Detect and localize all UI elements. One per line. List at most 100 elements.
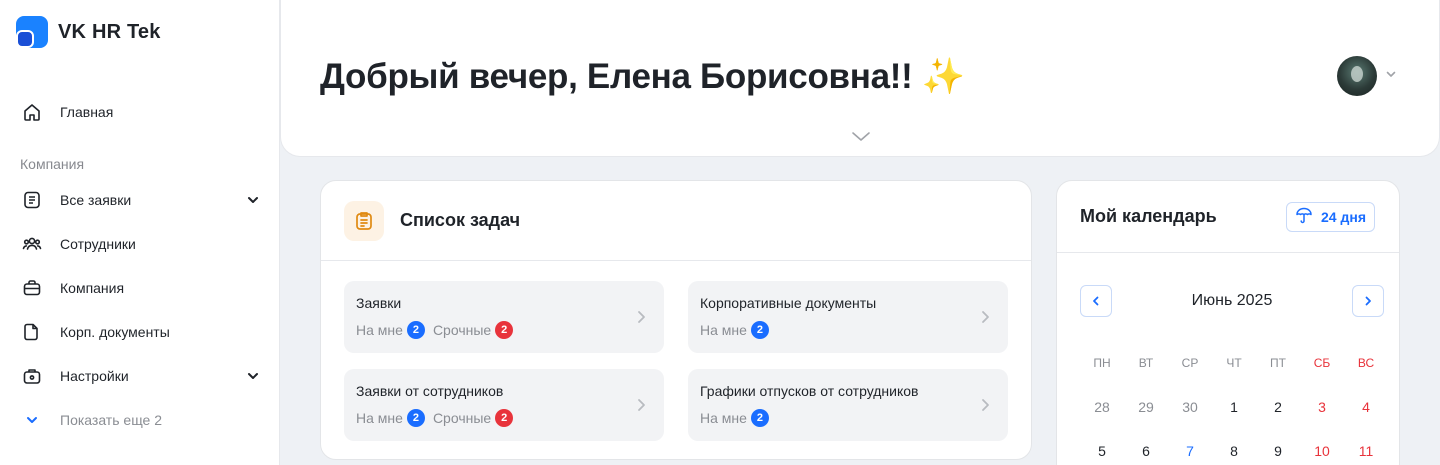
mine-label: На мне xyxy=(356,410,403,426)
task-card-requests[interactable]: Заявки На мне 2 Срочные 2 xyxy=(344,281,664,353)
mine-count-badge: 2 xyxy=(750,321,769,339)
week-row: 28 29 30 1 2 3 4 xyxy=(1080,385,1388,429)
calendar-day-today[interactable]: 7 xyxy=(1168,443,1212,459)
calendar-card: Мой календарь 24 дня Июнь 2025 ПН ВТ СР … xyxy=(1056,180,1400,465)
app-name: VK HR Tek xyxy=(58,20,161,43)
mine-count-badge: 2 xyxy=(406,321,425,339)
sidebar-item-corp-documents[interactable]: Корп. документы xyxy=(20,316,260,348)
calendar-day[interactable]: 29 xyxy=(1124,399,1168,415)
task-card-meta: На мне 2 xyxy=(700,409,777,427)
sidebar-item-settings[interactable]: Настройки xyxy=(20,360,260,392)
task-card-title: Заявки от сотрудников xyxy=(356,383,504,399)
calendar-title: Мой календарь xyxy=(1080,206,1217,226)
calendar-day[interactable]: 28 xyxy=(1080,399,1124,415)
calendar-day[interactable]: 1 xyxy=(1212,399,1256,415)
week-row: 5 6 7 8 9 10 11 xyxy=(1080,429,1388,465)
show-more-label: Показать еще 2 xyxy=(60,412,163,428)
weekday-label: СБ xyxy=(1313,356,1331,370)
collapse-header-button[interactable] xyxy=(851,130,871,148)
sidebar-item-employees[interactable]: Сотрудники xyxy=(20,228,260,260)
weekday-label: ВС xyxy=(1357,356,1375,370)
urgent-label: Срочные xyxy=(432,410,492,426)
calendar-header: Мой календарь 24 дня xyxy=(1057,181,1399,253)
avatar[interactable] xyxy=(1337,56,1377,96)
task-card-employee-requests[interactable]: Заявки от сотрудников На мне 2 Срочные 2 xyxy=(344,369,664,441)
weekday-label: ЧТ xyxy=(1226,356,1242,370)
task-card-title: Корпоративные документы xyxy=(700,295,877,311)
weekday-label: ПН xyxy=(1093,356,1111,370)
sidebar-item-home[interactable]: Главная xyxy=(20,96,260,128)
chevron-down-icon[interactable] xyxy=(246,193,260,207)
sidebar-item-label: Настройки xyxy=(60,368,129,384)
vacation-days-button[interactable]: 24 дня xyxy=(1286,201,1375,232)
briefcase-icon xyxy=(20,276,44,300)
chevron-down-icon[interactable] xyxy=(246,369,260,383)
calendar-day[interactable]: 5 xyxy=(1080,443,1124,459)
home-icon xyxy=(20,100,44,124)
weekday-label: ВТ xyxy=(1138,356,1154,370)
chevron-down-icon xyxy=(20,408,44,432)
toolbox-icon xyxy=(20,364,44,388)
month-label: Июнь 2025 xyxy=(1191,292,1273,309)
mine-label: На мне xyxy=(356,322,403,338)
task-list-title: Список задач xyxy=(400,210,521,230)
weekday-label: СР xyxy=(1181,356,1199,370)
chevron-right-icon xyxy=(636,309,646,330)
show-more-button[interactable]: Показать еще 2 xyxy=(20,404,260,436)
calendar-day[interactable]: 9 xyxy=(1256,443,1300,459)
umbrella-icon xyxy=(1295,206,1313,227)
task-card-corp-documents[interactable]: Корпоративные документы На мне 2 xyxy=(688,281,1008,353)
mine-label: На мне xyxy=(700,410,747,426)
chevron-right-icon xyxy=(636,397,646,418)
users-icon xyxy=(20,232,44,256)
sidebar-item-label: Главная xyxy=(60,104,114,120)
calendar-day[interactable]: 11 xyxy=(1344,443,1388,459)
sidebar-item-label: Все заявки xyxy=(60,192,132,208)
task-card-title: Графики отпусков от сотрудников xyxy=(700,383,919,399)
calendar-grid: ПН ВТ СР ЧТ ПТ СБ ВС 28 29 30 1 2 3 4 5 … xyxy=(1080,341,1388,465)
list-icon xyxy=(20,188,44,212)
task-card-meta: На мне 2 Срочные 2 xyxy=(356,321,521,339)
sidebar: VK HR Tek Главная Компания Все заявки Со… xyxy=(0,0,280,465)
calendar-day[interactable]: 8 xyxy=(1212,443,1256,459)
mine-count-badge: 2 xyxy=(406,409,425,427)
urgent-label: Срочные xyxy=(432,322,492,338)
task-card-vacation-schedules[interactable]: Графики отпусков от сотрудников На мне 2 xyxy=(688,369,1008,441)
task-card-meta: На мне 2 xyxy=(700,321,777,339)
task-card-title: Заявки xyxy=(356,295,402,311)
sidebar-item-label: Корп. документы xyxy=(60,324,170,340)
sidebar-item-all-requests[interactable]: Все заявки xyxy=(20,184,260,216)
urgent-count-badge: 2 xyxy=(495,321,514,339)
sidebar-section-title: Компания xyxy=(20,156,85,172)
task-card-meta: На мне 2 Срочные 2 xyxy=(356,409,521,427)
calendar-day[interactable]: 4 xyxy=(1344,399,1388,415)
task-list-card: Список задач Заявки На мне 2 Срочные 2 К… xyxy=(320,180,1032,460)
user-menu[interactable] xyxy=(1337,56,1397,96)
clipboard-icon xyxy=(344,200,384,241)
month-navigation: Июнь 2025 xyxy=(1080,285,1384,317)
chevron-down-icon[interactable] xyxy=(1385,67,1397,85)
greeting-header: Добрый вечер, Елена Борисовна!! ✨ xyxy=(280,0,1440,157)
document-icon xyxy=(20,320,44,344)
calendar-day[interactable]: 2 xyxy=(1256,399,1300,415)
sidebar-item-company[interactable]: Компания xyxy=(20,272,260,304)
calendar-day[interactable]: 10 xyxy=(1300,443,1344,459)
mine-label: На мне xyxy=(700,322,747,338)
sidebar-item-label: Компания xyxy=(60,280,125,296)
weekday-row: ПН ВТ СР ЧТ ПТ СБ ВС xyxy=(1080,341,1388,385)
mine-count-badge: 2 xyxy=(750,409,769,427)
chevron-right-icon xyxy=(980,397,990,418)
vacation-days-label: 24 дня xyxy=(1321,208,1366,225)
sidebar-item-label: Сотрудники xyxy=(60,236,136,252)
calendar-day[interactable]: 3 xyxy=(1300,399,1344,415)
logo-icon xyxy=(16,16,48,48)
chevron-right-icon xyxy=(980,309,990,330)
next-month-button[interactable] xyxy=(1352,285,1384,317)
app-logo[interactable]: VK HR Tek xyxy=(16,16,161,48)
task-list-header: Список задач xyxy=(321,181,1031,261)
calendar-day[interactable]: 6 xyxy=(1124,443,1168,459)
page-title: Добрый вечер, Елена Борисовна!! ✨ xyxy=(320,57,966,96)
urgent-count-badge: 2 xyxy=(495,409,514,427)
calendar-day[interactable]: 30 xyxy=(1168,399,1212,415)
weekday-label: ПТ xyxy=(1270,356,1286,370)
